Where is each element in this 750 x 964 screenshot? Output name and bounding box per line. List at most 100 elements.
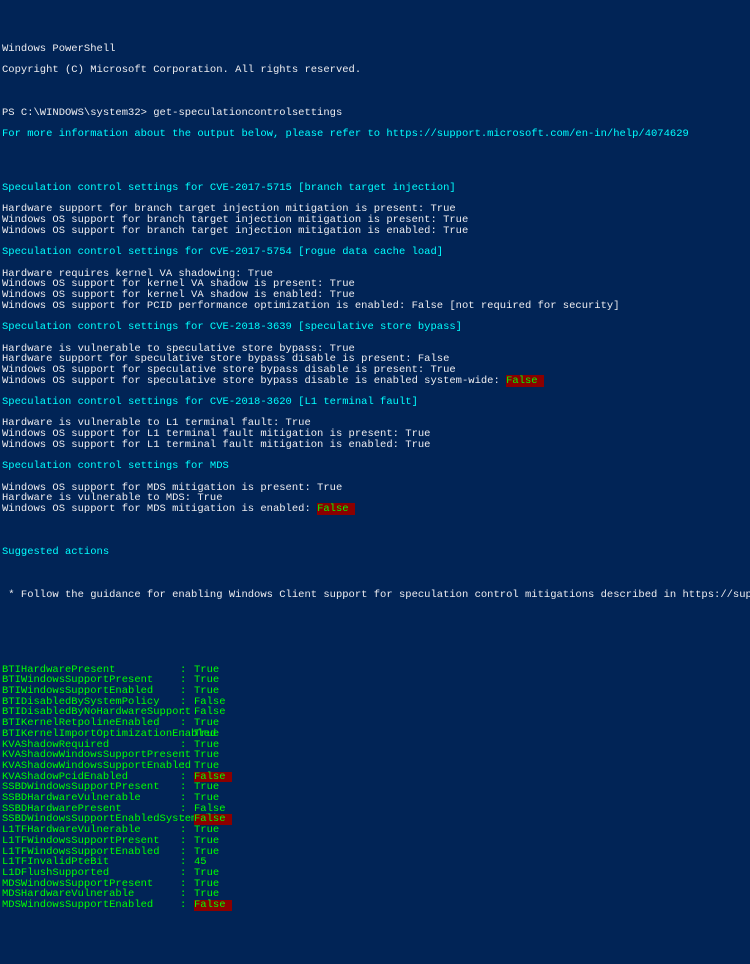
kv-colon: : — [180, 868, 194, 879]
kv-row: L1TFWindowsSupportEnabled: True — [2, 847, 748, 858]
kv-colon: : — [180, 814, 194, 825]
kv-value: True — [194, 750, 219, 761]
kv-row: KVAShadowWindowsSupportPresent: True — [2, 750, 748, 761]
kv-key: BTIWindowsSupportPresent — [2, 675, 180, 686]
section-line-highlighted: Windows OS support for MDS mitigation is… — [2, 504, 748, 515]
kv-value: False — [194, 804, 226, 815]
kv-value: False — [194, 772, 232, 783]
kv-value: True — [194, 889, 219, 900]
kv-row: BTIDisabledByNoHardwareSupport: False — [2, 707, 748, 718]
kv-key: SSBDHardwarePresent — [2, 804, 180, 815]
kv-value: 45 — [194, 857, 207, 868]
blank — [2, 568, 748, 579]
kv-key: BTIDisabledByNoHardwareSupport — [2, 707, 180, 718]
section-header: Speculation control settings for CVE-201… — [2, 397, 748, 408]
section-line: Windows OS support for branch target inj… — [2, 226, 748, 237]
kv-value: True — [194, 825, 219, 836]
section-line: Windows OS support for L1 terminal fault… — [2, 440, 748, 451]
kv-row: SSBDHardwareVulnerable: True — [2, 793, 748, 804]
section-header: Speculation control settings for CVE-201… — [2, 183, 748, 194]
section-line: Windows OS support for PCID performance … — [2, 301, 748, 312]
kv-row: SSBDWindowsSupportPresent: True — [2, 782, 748, 793]
kv-key: BTIWindowsSupportEnabled — [2, 686, 180, 697]
kv-row: BTIHardwarePresent: True — [2, 665, 748, 676]
command: get-speculationcontrolsettings — [153, 107, 342, 119]
blank — [2, 87, 748, 98]
kv-key: MDSWindowsSupportEnabled — [2, 900, 180, 911]
suggested-actions-header: Suggested actions — [2, 547, 748, 558]
section-header: Speculation control settings for CVE-201… — [2, 247, 748, 258]
kv-colon: : — [180, 761, 194, 772]
kv-colon: : — [180, 836, 194, 847]
kv-key: BTIDisabledBySystemPolicy — [2, 697, 180, 708]
kv-colon: : — [180, 675, 194, 686]
kv-value: True — [194, 868, 219, 879]
kv-row: L1TFHardwareVulnerable: True — [2, 825, 748, 836]
kv-row: L1DFlushSupported: True — [2, 868, 748, 879]
kv-row: SSBDWindowsSupportEnabledSystemWide: Fal… — [2, 814, 748, 825]
blank — [2, 515, 748, 526]
kv-key: L1TFInvalidPteBit — [2, 857, 180, 868]
kv-value: False — [194, 814, 232, 825]
kv-key: L1TFWindowsSupportEnabled — [2, 847, 180, 858]
prompt-line: PS C:\WINDOWS\system32> get-speculationc… — [2, 108, 748, 119]
suggested-action: * Follow the guidance for enabling Windo… — [2, 590, 748, 601]
kv-colon: : — [180, 825, 194, 836]
kv-row: SSBDHardwarePresent: False — [2, 804, 748, 815]
kv-key: L1TFWindowsSupportPresent — [2, 836, 180, 847]
section-line-highlighted: Windows OS support for speculative store… — [2, 376, 748, 387]
kv-row: L1TFWindowsSupportPresent: True — [2, 836, 748, 847]
kv-value: True — [194, 879, 219, 890]
kv-value: True — [194, 665, 219, 676]
kv-colon: : — [180, 750, 194, 761]
kv-colon: : — [180, 686, 194, 697]
kv-value: True — [194, 782, 219, 793]
kv-colon: : — [180, 804, 194, 815]
kv-colon: : — [180, 665, 194, 676]
kv-colon: : — [180, 879, 194, 890]
kv-value: False — [194, 707, 226, 718]
kv-row: MDSWindowsSupportPresent: True — [2, 879, 748, 890]
kv-value: True — [194, 729, 219, 740]
kv-row: L1TFInvalidPteBit: 45 — [2, 857, 748, 868]
kv-row: KVAShadowPcidEnabled: False — [2, 772, 748, 783]
blank — [2, 611, 748, 622]
kv-value: True — [194, 740, 219, 751]
kv-row: BTIKernelImportOptimizationEnabled: True — [2, 729, 748, 740]
kv-row: MDSHardwareVulnerable: True — [2, 889, 748, 900]
kv-value: True — [194, 847, 219, 858]
kv-key: BTIKernelImportOptimizationEnabled — [2, 729, 180, 740]
kv-colon: : — [180, 900, 194, 911]
kv-value: True — [194, 793, 219, 804]
kv-key: SSBDWindowsSupportEnabledSystemWide — [2, 814, 180, 825]
kv-colon: : — [180, 857, 194, 868]
kv-row: BTIKernelRetpolineEnabled: True — [2, 718, 748, 729]
kv-colon: : — [180, 740, 194, 751]
sections: Speculation control settings for CVE-201… — [2, 183, 748, 526]
section-header: Speculation control settings for CVE-201… — [2, 322, 748, 333]
kv-row: KVAShadowRequired: True — [2, 740, 748, 751]
kv-value: False — [194, 697, 226, 708]
blank — [2, 333, 748, 344]
kv-colon: : — [180, 707, 194, 718]
kv-key: KVAShadowWindowsSupportPresent — [2, 750, 180, 761]
copyright: Copyright (C) Microsoft Corporation. All… — [2, 65, 748, 76]
kv-colon: : — [180, 847, 194, 858]
kv-key: SSBDHardwareVulnerable — [2, 793, 180, 804]
kv-key: KVAShadowWindowsSupportEnabled — [2, 761, 180, 772]
terminal-output[interactable]: { "title": "Windows PowerShell", "copyri… — [0, 0, 750, 549]
kv-key: L1TFHardwareVulnerable — [2, 825, 180, 836]
kv-key: BTIKernelRetpolineEnabled — [2, 718, 180, 729]
kv-value: True — [194, 675, 219, 686]
kv-value: False — [194, 900, 232, 911]
kv-colon: : — [180, 772, 194, 783]
blank — [2, 151, 748, 162]
blank — [2, 632, 748, 643]
kv-row: KVAShadowWindowsSupportEnabled: True — [2, 761, 748, 772]
kv-key: KVAShadowRequired — [2, 740, 180, 751]
kv-colon: : — [180, 729, 194, 740]
kv-key: BTIHardwarePresent — [2, 665, 180, 676]
kv-value: True — [194, 836, 219, 847]
kv-key: SSBDWindowsSupportPresent — [2, 782, 180, 793]
info-line: For more information about the output be… — [2, 129, 748, 140]
